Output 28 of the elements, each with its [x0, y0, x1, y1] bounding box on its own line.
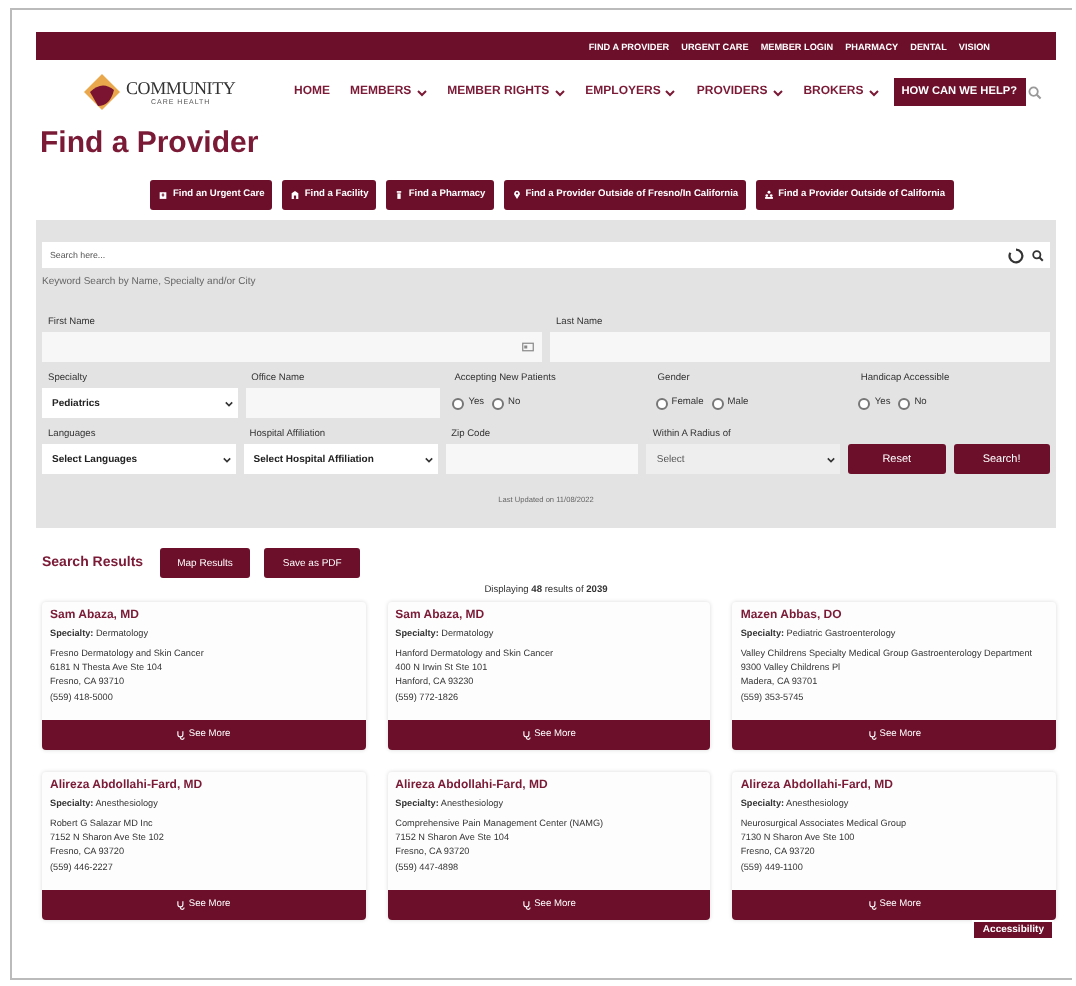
radio-button[interactable]	[452, 397, 465, 409]
caret-icon	[223, 399, 234, 407]
caret-icon	[221, 455, 232, 463]
radio-button[interactable]	[898, 397, 911, 409]
stethoscope-icon	[867, 900, 878, 910]
radio-button[interactable]	[492, 397, 505, 409]
stethoscope-icon	[176, 900, 187, 910]
pin-icon	[511, 190, 522, 200]
building-icon	[290, 190, 301, 200]
radio-button[interactable]	[711, 397, 724, 409]
people-icon	[764, 190, 775, 200]
search-icon	[1027, 85, 1042, 99]
hospital-icon	[158, 190, 169, 200]
radio-button[interactable]	[858, 397, 871, 409]
logo-icon	[82, 72, 122, 112]
search-icon	[1032, 249, 1044, 261]
logo-name: COMMUNITY	[126, 78, 236, 98]
stethoscope-icon	[522, 900, 533, 910]
radio-button[interactable]	[655, 397, 668, 409]
loading-spinner-icon	[1008, 247, 1024, 263]
caret-icon	[423, 455, 434, 463]
caret-icon	[826, 455, 837, 463]
text-field[interactable]	[42, 332, 542, 362]
stethoscope-icon	[867, 730, 878, 740]
stethoscope-icon	[522, 730, 533, 740]
bottle-icon	[394, 190, 405, 200]
stethoscope-icon	[176, 730, 187, 740]
page-title: Find a Provider	[38, 124, 261, 164]
